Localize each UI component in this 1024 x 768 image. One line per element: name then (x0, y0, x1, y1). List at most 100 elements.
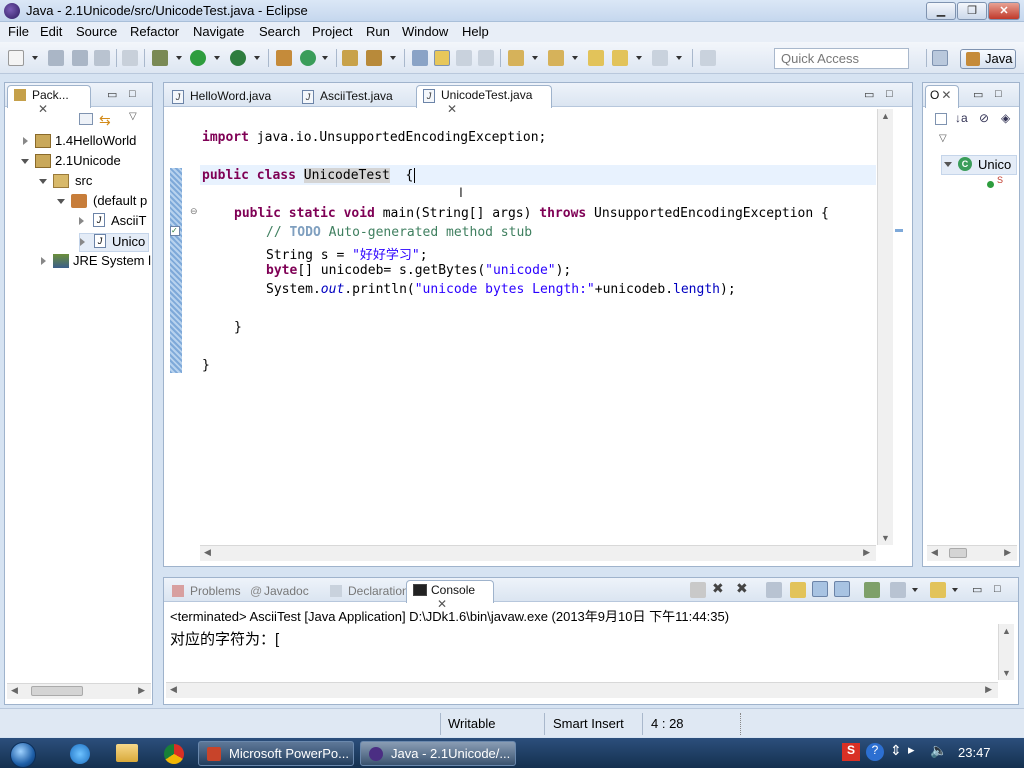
explorer-icon[interactable] (116, 744, 138, 762)
java-perspective-button[interactable]: Java (960, 49, 1016, 69)
hide-fields-icon[interactable]: ⊘ (979, 111, 989, 125)
chrome-icon[interactable] (164, 744, 184, 764)
back-dropdown-icon[interactable] (636, 56, 642, 60)
block-selection-icon[interactable] (456, 50, 472, 66)
menu-navigate[interactable]: Navigate (193, 24, 244, 39)
show-on-output-icon[interactable] (812, 581, 828, 597)
taskbar-eclipse[interactable]: Java - 2.1Unicode/... (360, 741, 516, 766)
run-dropdown-icon[interactable] (214, 56, 220, 60)
open-perspective-icon[interactable] (932, 50, 948, 66)
vertical-scrollbar[interactable]: ▲ ▼ (998, 624, 1014, 680)
save-icon[interactable] (48, 50, 64, 66)
menu-edit[interactable]: Edit (40, 24, 62, 39)
collapse-all-icon[interactable] (79, 113, 93, 125)
terminate-icon[interactable] (690, 582, 706, 598)
clear-console-icon[interactable] (766, 582, 782, 598)
clock[interactable]: 23:47 (958, 745, 991, 760)
next-annotation-dropdown-icon[interactable] (532, 56, 538, 60)
horizontal-scrollbar[interactable]: ◀ ▶ (200, 545, 876, 561)
maximize-icon[interactable]: □ (995, 88, 1002, 100)
code-line-string[interactable]: String s = "好好学习"; (266, 244, 428, 263)
forward-icon[interactable] (652, 50, 668, 66)
maximize-icon[interactable]: □ (994, 583, 1001, 595)
open-type-icon[interactable] (342, 50, 358, 66)
debug-dropdown-icon[interactable] (176, 56, 182, 60)
new-icon[interactable] (8, 50, 24, 66)
new-class-icon[interactable] (300, 50, 316, 66)
menu-source[interactable]: Source (76, 24, 117, 39)
skip-breakpoints-icon[interactable] (122, 50, 138, 66)
console-output[interactable]: 对应的字符为：[ (170, 628, 279, 649)
code-line-bytes[interactable]: byte[] unicodeb= s.getBytes("unicode"); (266, 263, 571, 278)
start-button[interactable] (2, 740, 42, 768)
tab-declaration[interactable]: Declaration (324, 582, 416, 602)
horizontal-scrollbar[interactable]: ◀ ▶ (7, 683, 151, 699)
show-whitespace-icon[interactable] (478, 50, 494, 66)
tab-unicodetest[interactable]: J UnicodeTest.java✕ (416, 85, 552, 116)
volume-icon[interactable]: 🔈 (930, 742, 947, 759)
horizontal-scrollbar[interactable]: ◀ ▶ (927, 545, 1017, 561)
debug-icon[interactable] (152, 50, 168, 66)
toggle-highlight-icon[interactable] (434, 50, 450, 66)
menu-search[interactable]: Search (259, 24, 300, 39)
code-line-println[interactable]: System.out.println("unicode bytes Length… (266, 282, 736, 297)
minimize-icon[interactable]: ▭ (864, 88, 874, 101)
close-icon[interactable]: ✕ (941, 88, 951, 102)
tab-outline[interactable]: O ✕ (925, 85, 959, 108)
toggle-mark-occurrences-icon[interactable] (412, 50, 428, 66)
scroll-lock-icon[interactable] (790, 582, 806, 598)
next-annotation-icon[interactable] (508, 50, 524, 66)
tab-package-explorer[interactable]: Pack...✕ (7, 85, 91, 116)
display-console-dropdown-icon[interactable] (912, 588, 918, 592)
close-icon[interactable]: ✕ (38, 102, 48, 116)
menu-file[interactable]: File (8, 24, 29, 39)
sort-icon[interactable]: ↓a (955, 111, 968, 125)
outline-item[interactable]: C Unico (941, 155, 1017, 175)
menu-refactor[interactable]: Refactor (130, 24, 179, 39)
maximize-icon[interactable]: □ (129, 88, 136, 100)
quick-access-input[interactable]: Quick Access (774, 48, 909, 69)
menu-window[interactable]: Window (402, 24, 448, 39)
code-line-main[interactable]: public static void main(String[] args) t… (234, 206, 829, 221)
hide-static-icon[interactable]: ◈ (1001, 111, 1010, 125)
coverage-dropdown-icon[interactable] (254, 56, 260, 60)
maximize-button[interactable]: ❐ (957, 2, 987, 20)
pin-editor-icon[interactable] (700, 50, 716, 66)
tab-problems[interactable]: Problems (166, 582, 246, 602)
minimize-icon[interactable]: ▭ (973, 88, 983, 101)
tab-javadoc[interactable]: @ Javadoc (244, 582, 320, 602)
collapse-all-icon[interactable] (935, 113, 947, 125)
new-java-project-icon[interactable] (276, 50, 292, 66)
arrow-icon[interactable]: ▸ (908, 742, 915, 758)
code-line-class[interactable]: public class UnicodeTest { (202, 168, 416, 183)
horizontal-scrollbar[interactable]: ◀ ▶ (166, 682, 998, 698)
maximize-icon[interactable]: □ (886, 88, 893, 100)
remove-all-icon[interactable]: ✖ (736, 580, 748, 597)
minimize-icon[interactable]: ▭ (107, 88, 117, 101)
forward-dropdown-icon[interactable] (676, 56, 682, 60)
remove-launch-icon[interactable]: ✖ (712, 580, 724, 597)
menu-project[interactable]: Project (312, 24, 352, 39)
close-button[interactable]: ✕ (988, 2, 1020, 20)
menu-run[interactable]: Run (366, 24, 390, 39)
menu-help[interactable]: Help (462, 24, 489, 39)
save-all-icon[interactable] (72, 50, 88, 66)
tab-console[interactable]: Console✕ (406, 580, 494, 611)
coverage-icon[interactable] (230, 50, 246, 66)
minimize-button[interactable]: ▁ (926, 2, 956, 20)
view-menu-icon[interactable]: ▽ (939, 133, 947, 144)
search-tool-icon[interactable] (366, 50, 382, 66)
run-icon[interactable] (190, 50, 206, 66)
tab-asciitest[interactable]: J AsciiTest.java (296, 87, 406, 107)
previous-annotation-icon[interactable] (548, 50, 564, 66)
code-line-close-class[interactable]: } (202, 358, 210, 373)
last-edit-icon[interactable] (588, 50, 604, 66)
link-with-editor-icon[interactable]: ⇆ (99, 112, 115, 128)
open-console-dropdown-icon[interactable] (952, 588, 958, 592)
new-class-dropdown-icon[interactable] (322, 56, 328, 60)
tree-item-selected[interactable]: J Unico (79, 233, 149, 252)
close-icon[interactable]: ✕ (447, 102, 457, 116)
view-menu-icon[interactable]: ▽ (129, 111, 137, 122)
code-line-close-method[interactable]: } (234, 320, 242, 335)
search-dropdown-icon[interactable] (390, 56, 396, 60)
